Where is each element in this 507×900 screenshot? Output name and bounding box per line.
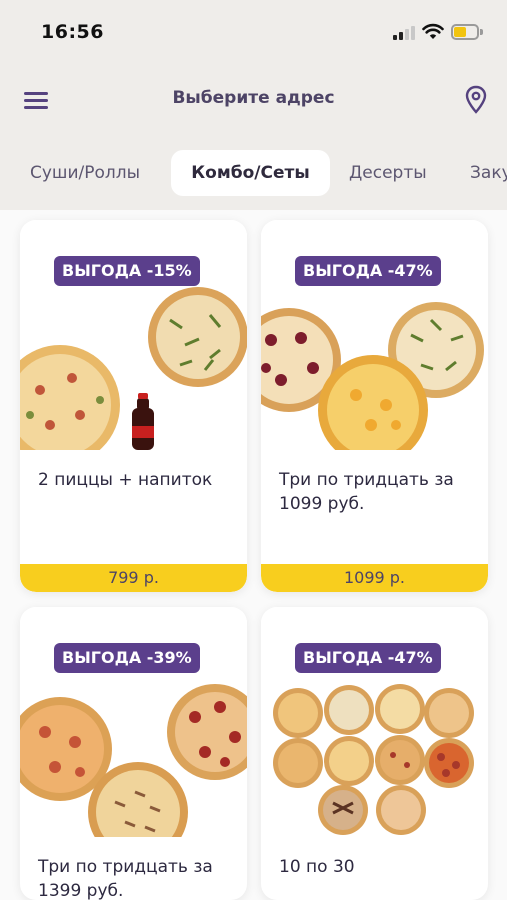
price-button[interactable]: 799 р. — [20, 564, 247, 592]
tab-snacks[interactable]: Закуски — [470, 150, 507, 196]
wifi-icon — [422, 23, 444, 39]
product-image — [261, 220, 488, 450]
product-card[interactable]: ВЫГОДА -47% Три по тридцать за 1099 руб.… — [261, 220, 488, 592]
battery-icon — [451, 24, 483, 40]
product-card[interactable]: ВЫГОДА -15% 2 пиццы + напиток 799 р. — [20, 220, 247, 592]
product-title: 2 пиццы + напиток — [38, 470, 213, 490]
product-title: 10 по 30 — [279, 857, 355, 877]
product-card[interactable]: ВЫГОДА -39% Три по тридцать за 1399 руб. — [20, 607, 247, 900]
category-tabs: Суши/Роллы Комбо/Сеты Десерты Закуски — [0, 150, 507, 196]
address-selector[interactable]: Выберите адрес — [0, 88, 507, 108]
product-image — [20, 607, 247, 837]
price-button[interactable]: 1099 р. — [261, 564, 488, 592]
tab-combo-sets[interactable]: Комбо/Сеты — [171, 150, 330, 196]
status-bar: 16:56 — [0, 0, 507, 64]
product-card[interactable]: ВЫГОДА -47% 10 по 30 — [261, 607, 488, 900]
discount-badge: ВЫГОДА -15% — [54, 256, 200, 286]
discount-badge: ВЫГОДА -47% — [295, 256, 441, 286]
product-image — [261, 607, 488, 837]
header: Выберите адрес — [0, 72, 507, 128]
product-image — [20, 220, 247, 450]
discount-badge: ВЫГОДА -39% — [54, 643, 200, 673]
signal-icon — [393, 26, 417, 40]
product-title: Три по тридцать за 1399 руб. — [38, 857, 213, 900]
discount-badge: ВЫГОДА -47% — [295, 643, 441, 673]
tab-desserts[interactable]: Десерты — [349, 150, 427, 196]
product-title: Три по тридцать за 1099 руб. — [279, 470, 454, 514]
product-grid: ВЫГОДА -15% 2 пиццы + напиток 799 р. ВЫГ… — [0, 210, 507, 900]
location-pin-icon[interactable] — [464, 85, 488, 115]
clock: 16:56 — [41, 21, 104, 43]
tab-sushi-rolls[interactable]: Суши/Роллы — [30, 150, 140, 196]
